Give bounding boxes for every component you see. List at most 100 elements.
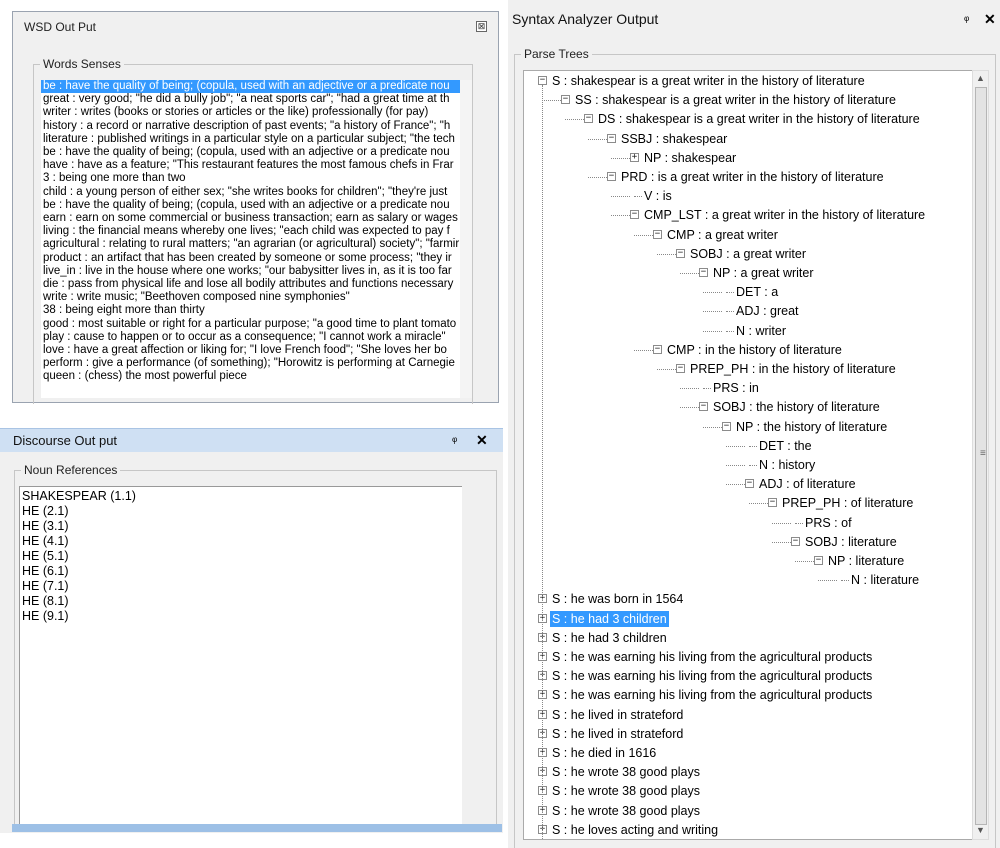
sense-item[interactable]: perform : give a performance (of somethi… — [41, 357, 460, 370]
collapse-icon[interactable]: − — [814, 556, 823, 565]
tree-node-label[interactable]: S : he was earning his living from the a… — [550, 668, 874, 684]
tree-node-label[interactable]: CMP : in the history of literature — [665, 342, 844, 358]
tree-node-label[interactable]: DET : a — [734, 284, 780, 300]
tree-node-label[interactable]: PRS : of — [803, 515, 854, 531]
sense-item[interactable]: play : cause to happen or to occur as a … — [41, 331, 460, 344]
tree-node-label[interactable]: S : he wrote 38 good plays — [550, 764, 702, 780]
collapse-icon[interactable]: − — [653, 344, 662, 354]
sense-item[interactable]: 38 : being eight more than thirty — [41, 304, 460, 317]
tree-node-label[interactable]: N : literature — [849, 572, 921, 588]
close-icon[interactable]: ⊠ — [476, 21, 487, 32]
collapse-icon[interactable]: − — [607, 133, 616, 143]
sense-item[interactable]: be : have the quality of being; (copula,… — [41, 199, 460, 212]
parse-trees-label: Parse Trees — [521, 47, 592, 61]
collapse-icon[interactable]: − — [791, 536, 800, 546]
collapse-icon[interactable]: − — [676, 248, 685, 258]
sense-item[interactable]: be : have the quality of being; (copula,… — [41, 146, 460, 159]
tree-node-label[interactable]: NP : shakespear — [642, 150, 738, 166]
tree-node-label[interactable]: S : he died in 1616 — [550, 745, 658, 761]
collapse-icon[interactable]: − — [538, 76, 547, 85]
tree-node-label[interactable]: DET : the — [757, 438, 814, 454]
close-icon[interactable]: ✕ — [476, 432, 488, 449]
scroll-up-icon[interactable]: ▲ — [976, 73, 985, 83]
collapse-icon[interactable]: − — [630, 210, 639, 220]
collapse-icon[interactable]: − — [745, 479, 754, 489]
tree-node-label[interactable]: S : shakespear is a great writer in the … — [550, 73, 867, 89]
expand-icon[interactable]: + — [630, 152, 639, 162]
sense-item[interactable]: literature : published writings in a par… — [41, 133, 460, 146]
tree-node-label[interactable]: PREP_PH : of literature — [780, 495, 915, 511]
sense-item[interactable]: living : the financial means whereby one… — [41, 225, 460, 238]
tree-node-label[interactable]: S : he had 3 children — [550, 610, 669, 627]
tree-node-label[interactable]: DS : shakespear is a great writer in the… — [596, 111, 922, 127]
scroll-thumb[interactable]: ≡ — [975, 87, 987, 825]
sense-item[interactable]: good : most suitable or right for a part… — [41, 318, 460, 331]
grip-icon: ≡ — [980, 448, 986, 459]
tree-node-label[interactable]: PREP_PH : in the history of literature — [688, 361, 898, 377]
tree-node-label[interactable]: S : he had 3 children — [550, 630, 669, 646]
collapse-icon[interactable]: − — [653, 229, 662, 239]
tree-node-label[interactable]: SS : shakespear is a great writer in the… — [573, 92, 898, 108]
tree-node-label[interactable]: S : he was born in 1564 — [550, 591, 685, 607]
sense-item[interactable]: product : an artifact that has been crea… — [41, 252, 460, 265]
collapse-icon[interactable]: − — [768, 498, 777, 508]
sense-item[interactable]: agricultural : relating to rural matters… — [41, 238, 460, 251]
sense-item[interactable]: be : have the quality of being; (copula,… — [41, 80, 460, 94]
tree-node-label[interactable]: SSBJ : shakespear — [619, 131, 729, 147]
tree-node-label[interactable]: PRD : is a great writer in the history o… — [619, 169, 886, 185]
sense-item[interactable]: live_in : live in the house where one wo… — [41, 265, 460, 278]
tree-node-label[interactable]: NP : literature — [826, 553, 906, 569]
word-senses-list[interactable]: be : have the quality of being; (copula,… — [41, 80, 460, 398]
collapse-icon[interactable]: − — [561, 95, 570, 105]
collapse-icon[interactable]: − — [676, 364, 685, 373]
parse-tree-scrollbar[interactable]: ▲ ≡ ▼ — [972, 70, 989, 840]
collapse-icon[interactable]: − — [699, 268, 708, 277]
tree-node-label[interactable]: CMP_LST : a great writer in the history … — [642, 207, 927, 223]
tree-node-label[interactable]: CMP : a great writer — [665, 227, 780, 243]
sense-item[interactable]: 3 : being one more than two — [41, 172, 460, 185]
pin-icon[interactable]: ᵠ — [452, 434, 457, 448]
sense-item[interactable]: great : very good; "he did a bully job";… — [41, 93, 460, 106]
tree-node-label[interactable]: S : he lived in strateford — [550, 707, 685, 723]
collapse-icon[interactable]: − — [699, 402, 708, 412]
sense-item[interactable]: history : a record or narrative descript… — [41, 120, 460, 133]
tree-node-label[interactable]: SOBJ : literature — [803, 534, 899, 550]
collapse-icon[interactable]: − — [607, 172, 616, 181]
noun-reference-line: HE (5.1) — [22, 549, 69, 563]
tree-node-label[interactable]: S : he wrote 38 good plays — [550, 783, 702, 799]
tree-node-label[interactable]: SOBJ : a great writer — [688, 246, 808, 262]
noun-reference-line: HE (3.1) — [22, 519, 69, 533]
collapse-icon[interactable]: − — [722, 421, 731, 431]
sense-item[interactable]: have : have as a feature; "This restaura… — [41, 159, 460, 172]
tree-node-label[interactable]: PRS : in — [711, 380, 761, 396]
tree-node-label[interactable]: S : he lived in strateford — [550, 726, 685, 742]
sense-item[interactable]: queen : (chess) the most powerful piece — [41, 370, 460, 383]
tree-node-label[interactable]: ADJ : of literature — [757, 476, 858, 492]
noun-references-textbox[interactable]: SHAKESPEAR (1.1) HE (2.1) HE (3.1) HE (4.1)… — [19, 486, 462, 826]
tree-node-label[interactable]: ADJ : great — [734, 303, 801, 319]
sense-item[interactable]: die : pass from physical life and lose a… — [41, 278, 460, 291]
word-senses-scrollbar[interactable] — [460, 80, 472, 398]
pin-icon[interactable]: ᵠ — [964, 13, 969, 27]
collapse-icon[interactable]: − — [584, 114, 593, 124]
tree-node-label[interactable]: NP : the history of literature — [734, 419, 889, 435]
tree-node-label[interactable]: S : he was earning his living from the a… — [550, 687, 874, 703]
close-icon[interactable]: ✕ — [984, 11, 996, 28]
tree-node-label[interactable]: S : he wrote 38 good plays — [550, 803, 702, 819]
sense-item[interactable]: child : a young person of either sex; "s… — [41, 186, 460, 199]
parse-tree-view[interactable]: − S : shakespear is a great writer in the… — [523, 70, 972, 840]
sense-item[interactable]: writer : writes (books or stories or art… — [41, 106, 460, 119]
tree-node-label[interactable]: N : writer — [734, 323, 788, 339]
words-senses-label: Words Senses — [40, 57, 124, 71]
tree-node-label[interactable]: S : he was earning his living from the a… — [550, 649, 874, 665]
tree-connector — [542, 85, 543, 839]
tree-node-label[interactable]: N : history — [757, 457, 817, 473]
sense-item[interactable]: write : write music; "Beethoven composed… — [41, 291, 460, 304]
sense-item[interactable]: love : have a great affection or liking … — [41, 344, 460, 357]
tree-node-label[interactable]: NP : a great writer — [711, 265, 816, 281]
scroll-down-icon[interactable]: ▼ — [976, 825, 985, 835]
tree-node-label[interactable]: V : is — [642, 188, 674, 204]
tree-node-label[interactable]: S : he loves acting and writing — [550, 822, 720, 838]
tree-node-label[interactable]: SOBJ : the history of literature — [711, 399, 882, 415]
sense-item[interactable]: earn : earn on some commercial or busine… — [41, 212, 460, 225]
